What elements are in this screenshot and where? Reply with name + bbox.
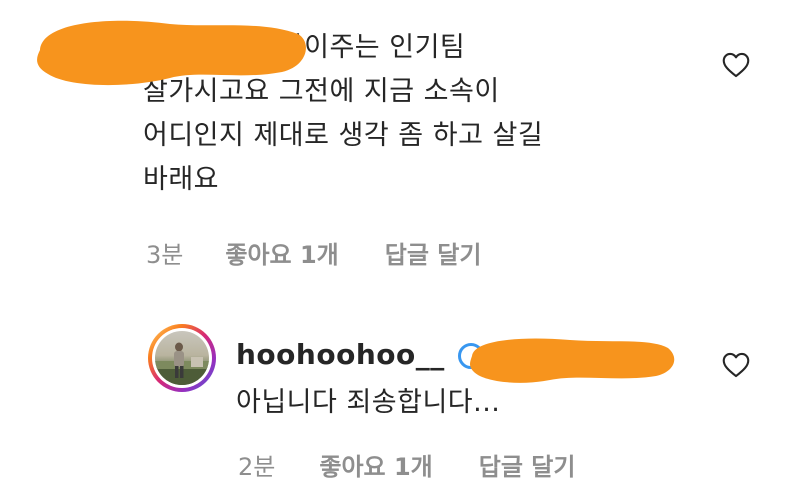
reply-username[interactable]: hoohoohoo__ — [236, 338, 445, 371]
avatar[interactable] — [148, 324, 216, 392]
avatar-photo — [155, 331, 209, 385]
reply-likes-count[interactable]: 좋아요 1개 — [319, 447, 432, 482]
heart-icon[interactable] — [722, 52, 750, 78]
reply-meta: 2분 좋아요 1개 답글 달기 — [238, 447, 575, 482]
reply-redaction — [470, 338, 675, 383]
username-redaction — [37, 20, 306, 86]
comment-meta: 3분 좋아요 1개 답글 달기 — [146, 235, 481, 270]
comment-likes-count[interactable]: 좋아요 1개 — [225, 235, 338, 270]
heart-icon[interactable] — [722, 352, 750, 378]
comment-timestamp: 3분 — [146, 241, 184, 269]
comment-reply-button[interactable]: 답글 달기 — [385, 235, 482, 270]
reply-text: 아닙니다 죄송합니다... — [236, 387, 501, 418]
reply-reply-button[interactable]: 답글 달기 — [479, 447, 576, 482]
reply-timestamp: 2분 — [238, 453, 276, 481]
